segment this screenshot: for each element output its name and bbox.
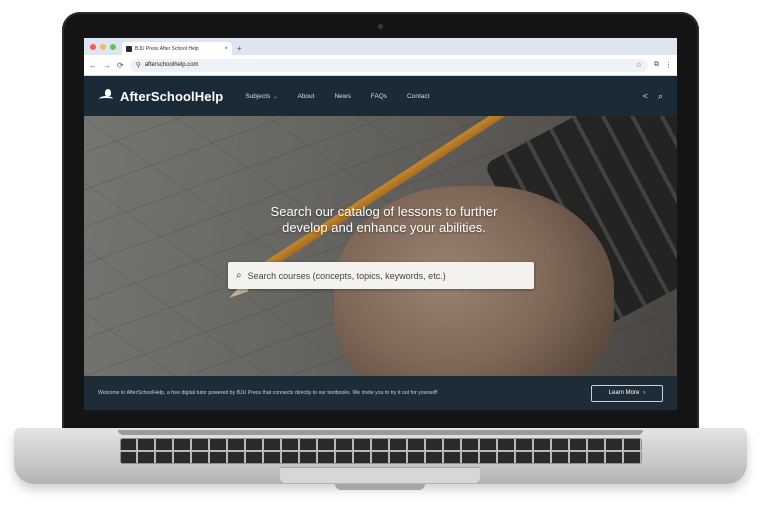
hero-overlay xyxy=(84,116,677,376)
hero-title: Search our catalog of lessons to further… xyxy=(204,204,564,236)
laptop-hinge xyxy=(118,430,643,435)
tab-title: BJU Press After School Help xyxy=(135,45,199,52)
browser-menu-icon[interactable]: ⋮ xyxy=(665,61,672,69)
minimize-window-button[interactable] xyxy=(100,44,106,50)
laptop-notch xyxy=(335,484,425,490)
bookmark-star-icon[interactable]: ☆ xyxy=(636,61,642,69)
chevron-right-icon: › xyxy=(643,390,646,396)
laptop-screen: BJU Press After School Help × + ← → ⟳ ⚲ … xyxy=(84,38,677,410)
learn-more-label: Learn More xyxy=(608,390,640,396)
nav-item-contact[interactable]: Contact xyxy=(407,93,429,100)
header-actions: < ⌕ xyxy=(643,91,663,102)
site-logo[interactable]: AfterSchoolHelp xyxy=(98,89,223,104)
hero-title-line-2: develop and enhance your abilities. xyxy=(282,220,486,235)
site-info-icon[interactable]: ⚲ xyxy=(136,61,141,69)
course-search-input[interactable] xyxy=(247,270,526,281)
new-tab-icon[interactable]: + xyxy=(232,44,247,55)
close-window-button[interactable] xyxy=(90,44,96,50)
address-bar[interactable]: ⚲ afterschoolhelp.com ☆ xyxy=(129,58,648,72)
logo-icon xyxy=(98,89,116,103)
laptop-trackpad xyxy=(280,467,480,483)
browser-tab-bar: BJU Press After School Help × + xyxy=(84,38,677,55)
laptop-keyboard xyxy=(120,438,642,464)
hero-title-line-1: Search our catalog of lessons to further xyxy=(270,204,498,219)
forward-icon[interactable]: → xyxy=(103,61,111,70)
back-icon[interactable]: ← xyxy=(89,61,97,70)
site-header: AfterSchoolHelp Subjects ⌄ About News FAQ… xyxy=(84,76,677,116)
logo-text: AfterSchoolHelp xyxy=(120,88,224,104)
chevron-down-icon: ⌄ xyxy=(273,93,278,100)
nav-item-subjects[interactable]: Subjects ⌄ xyxy=(245,93,277,100)
reload-icon[interactable]: ⟳ xyxy=(117,61,124,70)
welcome-banner: Welcome to AfterSchoolHelp, a free digit… xyxy=(84,376,677,410)
extensions-icon[interactable]: ⧉ xyxy=(654,61,659,69)
nav-item-news[interactable]: News xyxy=(334,93,350,100)
main-nav: Subjects ⌄ About News FAQs Contact xyxy=(245,93,429,100)
search-icon[interactable]: ⌕ xyxy=(658,91,663,102)
browser-toolbar: ← → ⟳ ⚲ afterschoolhelp.com ☆ ⧉ ⋮ xyxy=(84,55,677,76)
browser-tab[interactable]: BJU Press After School Help × xyxy=(122,42,232,55)
course-search-box[interactable]: ⌕ xyxy=(228,262,534,289)
learn-more-button[interactable]: Learn More › xyxy=(591,384,663,402)
search-icon: ⌕ xyxy=(236,270,242,281)
nav-item-faqs[interactable]: FAQs xyxy=(371,93,387,100)
maximize-window-button[interactable] xyxy=(110,44,116,50)
welcome-text: Welcome to AfterSchoolHelp, a free digit… xyxy=(98,390,438,396)
url-text: afterschoolhelp.com xyxy=(144,62,199,68)
share-icon[interactable]: < xyxy=(643,91,648,102)
favicon-icon xyxy=(126,45,132,52)
webcam xyxy=(378,24,383,29)
hero-section: Search our catalog of lessons to further… xyxy=(84,116,677,376)
nav-item-about[interactable]: About xyxy=(297,93,314,100)
window-controls xyxy=(84,44,122,55)
close-tab-icon[interactable]: × xyxy=(224,46,228,52)
